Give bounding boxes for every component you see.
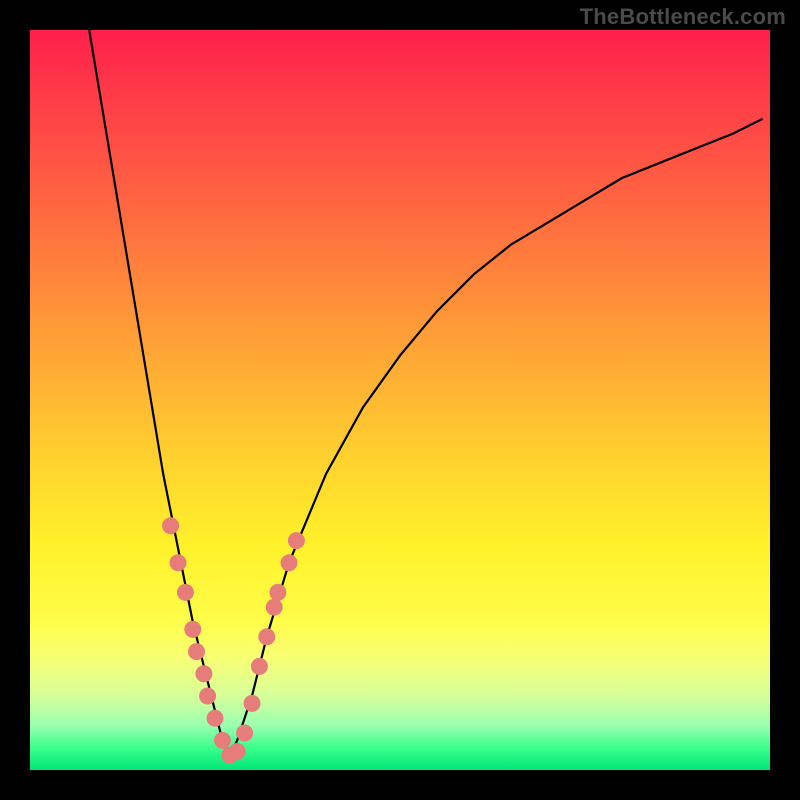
data-marker (258, 628, 275, 645)
curve-right-branch (230, 119, 763, 755)
data-marker (288, 532, 305, 549)
data-marker (236, 725, 253, 742)
data-markers (162, 517, 305, 763)
data-marker (177, 584, 194, 601)
data-marker (162, 517, 179, 534)
data-marker (188, 643, 205, 660)
data-marker (281, 554, 298, 571)
data-marker (244, 695, 261, 712)
plot-area (30, 30, 770, 770)
data-marker (266, 599, 283, 616)
chart-svg (30, 30, 770, 770)
data-marker (269, 584, 286, 601)
curve-left-branch (89, 30, 230, 755)
watermark-text: TheBottleneck.com (580, 4, 786, 30)
data-marker (199, 688, 216, 705)
data-marker (214, 732, 231, 749)
data-marker (184, 621, 201, 638)
data-marker (251, 658, 268, 675)
data-marker (195, 665, 212, 682)
data-marker (207, 710, 224, 727)
data-marker (170, 554, 187, 571)
data-marker (229, 743, 246, 760)
